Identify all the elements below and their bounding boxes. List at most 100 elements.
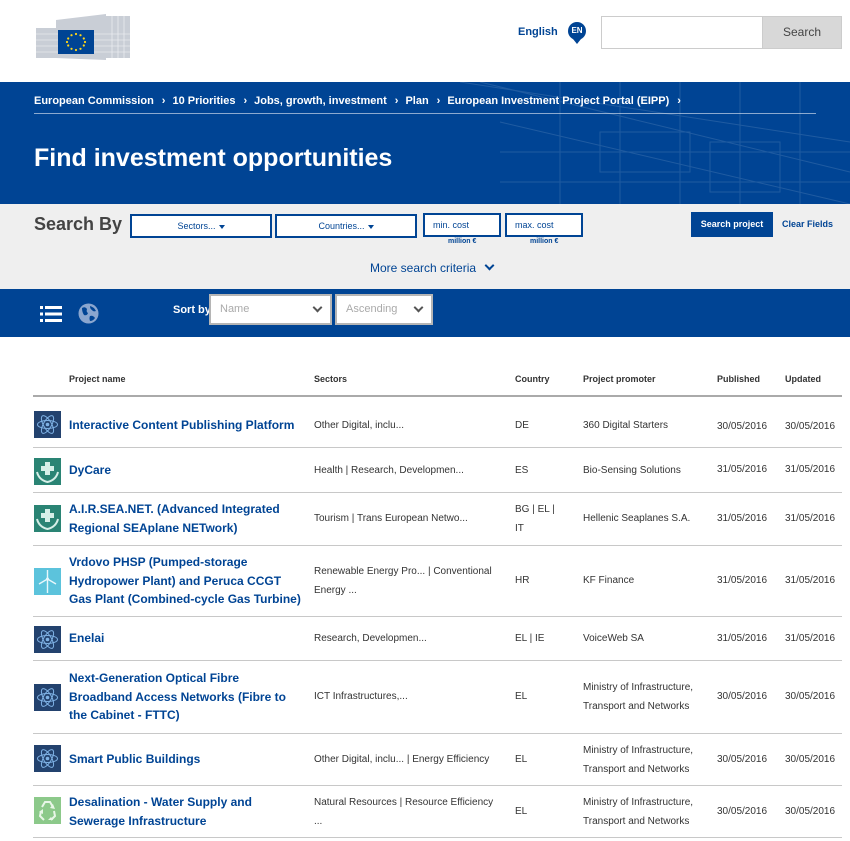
breadcrumb-link-eipp[interactable]: European Investment Project Portal (EIPP… bbox=[447, 95, 669, 107]
project-updated-date: 30/05/2016 bbox=[785, 806, 836, 817]
column-header-published[interactable]: Published bbox=[717, 374, 760, 384]
project-published-date: 30/05/2016 bbox=[717, 754, 768, 765]
breadcrumb-link-european-commission[interactable]: European Commission bbox=[34, 95, 154, 107]
more-search-criteria-label: More search criteria bbox=[370, 261, 477, 275]
language-code-badge[interactable]: EN bbox=[568, 22, 586, 44]
project-sectors: Research, Developmen... bbox=[314, 633, 427, 644]
column-header-country[interactable]: Country bbox=[515, 374, 550, 384]
health-icon bbox=[34, 505, 61, 532]
table-row[interactable]: Smart Public Buildings Other Digital, in… bbox=[33, 734, 842, 786]
project-country: EL bbox=[515, 806, 528, 817]
project-sectors: ICT Infrastructures,... bbox=[314, 691, 408, 702]
project-promoter: 360 Digital Starters bbox=[583, 420, 669, 431]
project-updated-date: 30/05/2016 bbox=[785, 754, 836, 765]
chevron-right-icon: › bbox=[677, 95, 681, 107]
sort-by-label: Sort by bbox=[173, 304, 211, 316]
project-published-date: 30/05/2016 bbox=[717, 421, 768, 432]
max-cost-input[interactable]: max. cost bbox=[505, 213, 583, 237]
breadcrumb: European Commission › 10 Priorities › Jo… bbox=[34, 93, 688, 109]
countries-dropdown-label: Countries... bbox=[318, 221, 365, 231]
min-cost-input[interactable]: min. cost bbox=[423, 213, 501, 237]
project-country: BG | EL | IT bbox=[515, 504, 555, 534]
project-country: EL | IE bbox=[515, 633, 545, 644]
column-header-promoter[interactable]: Project promoter bbox=[583, 374, 656, 384]
table-row[interactable]: A.I.R.SEA.NET. (Advanced Integrated Regi… bbox=[33, 493, 842, 546]
project-published-date: 31/05/2016 bbox=[717, 633, 768, 644]
project-name-link[interactable]: Smart Public Buildings bbox=[69, 750, 305, 769]
project-updated-date: 30/05/2016 bbox=[785, 421, 836, 432]
min-cost-unit: million € bbox=[448, 238, 477, 245]
search-by-label: Search By bbox=[34, 214, 123, 234]
table-row[interactable]: Desalination - Water Supply and Sewerage… bbox=[33, 786, 842, 838]
chevron-down-icon bbox=[484, 260, 495, 271]
clear-fields-button[interactable]: Clear Fields bbox=[782, 219, 833, 229]
table-row[interactable]: Interactive Content Publishing Platform … bbox=[33, 400, 842, 448]
search-project-button[interactable]: Search project bbox=[691, 212, 773, 237]
more-search-criteria-toggle[interactable]: More search criteria bbox=[370, 260, 495, 275]
project-sectors: Other Digital, inclu... bbox=[314, 420, 405, 431]
max-cost-unit: million € bbox=[530, 238, 559, 245]
breadcrumb-link-jobs-growth[interactable]: Jobs, growth, investment bbox=[254, 95, 387, 107]
chevron-right-icon: › bbox=[394, 95, 399, 107]
project-name-link[interactable]: A.I.R.SEA.NET. (Advanced Integrated Regi… bbox=[69, 500, 305, 537]
breadcrumb-link-priorities[interactable]: 10 Priorities bbox=[172, 95, 235, 107]
table-row[interactable]: Next-Generation Optical Fibre Broadband … bbox=[33, 661, 842, 734]
atom-icon bbox=[34, 626, 61, 653]
project-promoter: VoiceWeb SA bbox=[583, 633, 644, 644]
chevron-down-icon bbox=[413, 302, 424, 313]
atom-icon bbox=[34, 745, 61, 772]
project-sectors: Health | Research, Developmen... bbox=[314, 465, 464, 476]
project-name-link[interactable]: Vrdovo PHSP (Pumped-storage Hydropower P… bbox=[69, 553, 305, 609]
chevron-right-icon: › bbox=[436, 95, 441, 107]
project-published-date: 31/05/2016 bbox=[717, 575, 768, 586]
health-icon bbox=[34, 458, 61, 485]
project-name-link[interactable]: DyCare bbox=[69, 461, 305, 480]
column-header-updated[interactable]: Updated bbox=[785, 374, 821, 384]
breadcrumb-link-plan[interactable]: Plan bbox=[405, 95, 428, 107]
language-selector[interactable]: English bbox=[518, 26, 558, 38]
project-sectors: Renewable Energy Pro... | Conventional E… bbox=[314, 566, 492, 596]
project-promoter: Hellenic Seaplanes S.A. bbox=[583, 513, 691, 524]
atom-icon bbox=[34, 684, 61, 711]
project-published-date: 31/05/2016 bbox=[717, 513, 768, 524]
sort-field-value: Name bbox=[220, 303, 250, 315]
list-view-icon[interactable] bbox=[40, 306, 62, 322]
chevron-down-icon bbox=[312, 302, 323, 313]
sectors-dropdown-label: Sectors... bbox=[177, 221, 216, 231]
sort-order-value: Ascending bbox=[346, 303, 398, 315]
site-search-button[interactable]: Search bbox=[762, 16, 842, 49]
table-row[interactable]: DyCare Health | Research, Developmen... … bbox=[33, 448, 842, 493]
chevron-right-icon: › bbox=[161, 95, 166, 107]
project-name-link[interactable]: Desalination - Water Supply and Sewerage… bbox=[69, 793, 305, 830]
project-country: EL bbox=[515, 691, 528, 702]
table-row[interactable]: Enelai Research, Developmen... EL | IE V… bbox=[33, 617, 842, 661]
results-toolbar: Sort by Name Ascending bbox=[0, 289, 850, 337]
sort-order-select[interactable]: Ascending bbox=[335, 294, 433, 325]
search-filter-panel: Search By Sectors... Countries... min. c… bbox=[0, 204, 850, 289]
results-table-header: Project name Sectors Country Project pro… bbox=[33, 367, 842, 397]
project-name-link[interactable]: Enelai bbox=[69, 629, 305, 648]
countries-dropdown[interactable]: Countries... bbox=[275, 214, 417, 238]
project-promoter: Ministry of Infrastructure, Transport an… bbox=[583, 682, 694, 712]
top-bar: English EN Search bbox=[0, 0, 850, 82]
project-updated-date: 31/05/2016 bbox=[785, 575, 836, 586]
column-header-project-name[interactable]: Project name bbox=[69, 374, 126, 384]
project-name-link[interactable]: Next-Generation Optical Fibre Broadband … bbox=[69, 669, 305, 725]
project-country: DE bbox=[515, 420, 529, 431]
project-sectors: Other Digital, inclu... | Energy Efficie… bbox=[314, 754, 490, 765]
project-name-link[interactable]: Interactive Content Publishing Platform bbox=[69, 416, 305, 435]
atom-icon bbox=[34, 411, 61, 438]
site-search-input[interactable] bbox=[601, 16, 763, 49]
project-promoter: Ministry of Infrastructure, Transport an… bbox=[583, 797, 694, 827]
sectors-dropdown[interactable]: Sectors... bbox=[130, 214, 272, 238]
project-updated-date: 31/05/2016 bbox=[785, 513, 836, 524]
page-title: Find investment opportunities bbox=[34, 144, 393, 172]
sort-field-select[interactable]: Name bbox=[209, 294, 332, 325]
table-row[interactable]: Vrdovo PHSP (Pumped-storage Hydropower P… bbox=[33, 546, 842, 617]
project-updated-date: 31/05/2016 bbox=[785, 464, 836, 475]
map-view-globe-icon[interactable] bbox=[78, 303, 99, 324]
banner-divider bbox=[34, 113, 816, 114]
project-country: HR bbox=[515, 575, 530, 586]
column-header-sectors[interactable]: Sectors bbox=[314, 374, 347, 384]
european-commission-logo[interactable] bbox=[36, 12, 130, 62]
